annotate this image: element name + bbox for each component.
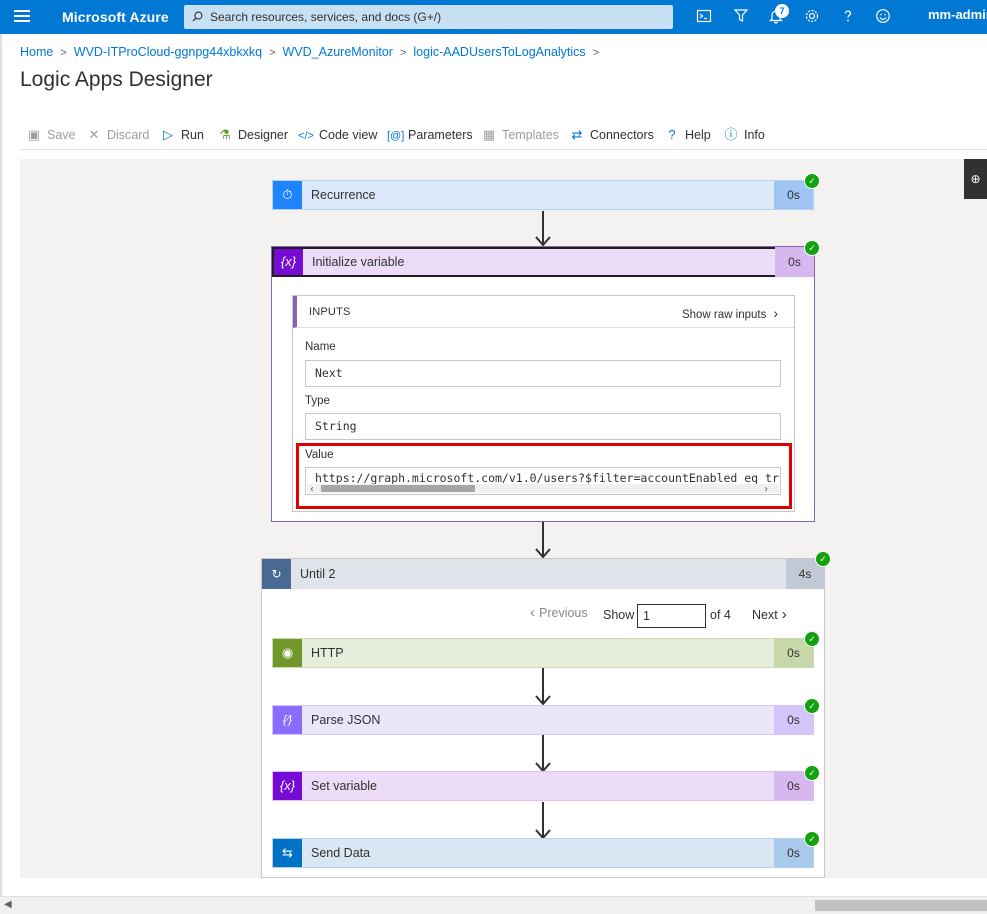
- step-set-variable[interactable]: {x} Set variable 0s: [272, 771, 814, 801]
- step-http[interactable]: ◉ HTTP 0s: [272, 638, 814, 668]
- templates-button[interactable]: ▦ Templates: [481, 126, 559, 144]
- connector-arrow: [535, 802, 551, 840]
- discard-button[interactable]: ✕ Discard: [86, 126, 150, 144]
- help-button[interactable]: ? Help: [664, 126, 710, 144]
- step-label: Send Data: [311, 846, 371, 860]
- templates-icon: ▦: [482, 127, 496, 142]
- portal-menu-icon[interactable]: [14, 10, 30, 24]
- breadcrumb-resource-group[interactable]: WVD-ITProCloud-ggnpg44xbkxkq: [74, 45, 262, 59]
- save-disk-icon: ▣: [27, 127, 41, 142]
- breadcrumb: Home > WVD-ITProCloud-ggnpg44xbkxkq > WVD_Az…: [20, 45, 606, 59]
- feedback-smiley-icon[interactable]: [874, 8, 892, 26]
- variable-icon: {x}: [273, 772, 302, 800]
- designer-button[interactable]: ⚗ Designer: [217, 126, 288, 144]
- chevron-right-icon: >: [269, 47, 276, 59]
- step-label: HTTP: [311, 646, 344, 660]
- page-scrollbar-thumb[interactable]: [815, 900, 987, 911]
- breadcrumb-home[interactable]: Home: [20, 45, 53, 59]
- chevron-right-icon: ›: [781, 606, 787, 623]
- step-label: Until 2: [300, 567, 336, 581]
- pager-show-label: Show: [603, 608, 635, 622]
- breadcrumb-logic-app[interactable]: logic-AADUsersToLogAnalytics: [413, 45, 585, 59]
- success-check-icon: ✓: [804, 173, 820, 189]
- inputs-header: INPUTS Show raw inputs ›: [293, 296, 794, 328]
- previous-page-button[interactable]: ‹ Previous: [530, 604, 588, 621]
- step-initialize-variable[interactable]: {x} Initialize variable: [272, 247, 814, 277]
- account-name[interactable]: mm-admin: [928, 7, 987, 22]
- parse-json-icon: {⁄}: [273, 706, 302, 734]
- left-edge-divider: [0, 34, 2, 914]
- globe-http-icon: ◉: [273, 639, 302, 667]
- step-send-data[interactable]: ⇆ Send Data 0s: [272, 838, 814, 868]
- scroll-left-arrow-icon[interactable]: ◀: [4, 899, 12, 910]
- connector-arrow: [535, 668, 551, 706]
- directory-filter-icon[interactable]: [732, 8, 750, 26]
- breadcrumb-workspace[interactable]: WVD_AzureMonitor: [283, 45, 393, 59]
- highlight-annotation-box: [296, 443, 792, 509]
- success-check-icon: ✓: [804, 631, 820, 647]
- search-icon: [192, 11, 203, 22]
- page-horizontal-scrollbar[interactable]: ◀: [0, 896, 987, 914]
- azure-top-bar: Microsoft Azure Search resources, servic…: [0, 0, 987, 34]
- page-number-input[interactable]: 1: [637, 604, 706, 628]
- question-icon: ?: [668, 127, 676, 142]
- search-placeholder: Search resources, services, and docs (G+…: [210, 10, 442, 24]
- chevron-right-icon: >: [399, 47, 407, 59]
- help-question-icon[interactable]: [839, 8, 857, 26]
- close-x-icon: ✕: [88, 127, 100, 142]
- connector-arrow: [535, 522, 551, 558]
- type-value-field[interactable]: String: [305, 413, 781, 440]
- run-button[interactable]: ▷ Run: [160, 126, 204, 144]
- show-raw-inputs-link[interactable]: Show raw inputs ›: [682, 305, 778, 321]
- clock-icon: ⏱: [273, 181, 302, 209]
- inputs-heading: INPUTS: [309, 306, 351, 318]
- step-label: Set variable: [311, 779, 378, 793]
- connectors-icon: ⇄: [571, 127, 583, 142]
- play-icon: ▷: [163, 127, 173, 142]
- cloud-shell-icon[interactable]: [695, 8, 713, 26]
- success-check-icon: ✓: [804, 240, 820, 256]
- global-search-input[interactable]: Search resources, services, and docs (G+…: [184, 5, 673, 29]
- step-label: Parse JSON: [311, 713, 381, 727]
- code-brackets-icon: </>: [298, 130, 314, 142]
- type-label: Type: [305, 395, 330, 407]
- designer-toolbar: ▣ Save ✕ Discard ▷ Run ⚗ Designer </> Code vi…: [20, 120, 987, 150]
- settings-gear-icon[interactable]: [803, 8, 821, 26]
- variable-icon: {x}: [274, 249, 303, 275]
- parameters-button[interactable]: [@] Parameters: [387, 126, 473, 144]
- loop-icon: ↻: [262, 559, 291, 589]
- pager-total: of 4: [710, 608, 731, 622]
- chevron-right-icon: ›: [773, 305, 778, 321]
- step-until-header[interactable]: ↻ Until 2 4s: [262, 559, 824, 589]
- info-button[interactable]: ⓘ Info: [723, 126, 764, 144]
- send-data-arrows-icon: ⇆: [273, 839, 302, 867]
- designer-hierarchy-icon: ⚗: [219, 127, 231, 142]
- connectors-button[interactable]: ⇄ Connectors: [569, 126, 654, 144]
- step-label: Initialize variable: [312, 255, 405, 269]
- zoom-in-icon[interactable]: ⊕: [964, 159, 987, 199]
- connector-arrow: [535, 211, 551, 246]
- page-title: Logic Apps Designer: [20, 68, 213, 91]
- code-view-button[interactable]: </> Code view: [298, 126, 377, 144]
- connector-arrow: [535, 735, 551, 773]
- step-recurrence[interactable]: ⏱ Recurrence 0s: [272, 180, 814, 210]
- parameters-icon: [@]: [387, 130, 405, 142]
- save-button[interactable]: ▣ Save: [26, 126, 76, 144]
- step-parse-json[interactable]: {⁄} Parse JSON 0s: [272, 705, 814, 735]
- success-check-icon: ✓: [815, 551, 831, 567]
- name-label: Name: [305, 341, 336, 353]
- step-label: Recurrence: [311, 188, 376, 202]
- success-check-icon: ✓: [804, 831, 820, 847]
- name-value-field[interactable]: Next: [305, 360, 781, 387]
- next-page-button[interactable]: Next ›: [752, 606, 787, 623]
- notification-count-badge: 7: [775, 4, 789, 18]
- chevron-right-icon: >: [60, 47, 67, 59]
- brand-title[interactable]: Microsoft Azure: [62, 9, 169, 25]
- info-circle-icon: ⓘ: [724, 127, 738, 142]
- success-check-icon: ✓: [804, 765, 820, 781]
- chevron-right-icon: >: [592, 47, 600, 59]
- chevron-left-icon: ‹: [530, 604, 535, 621]
- success-check-icon: ✓: [804, 698, 820, 714]
